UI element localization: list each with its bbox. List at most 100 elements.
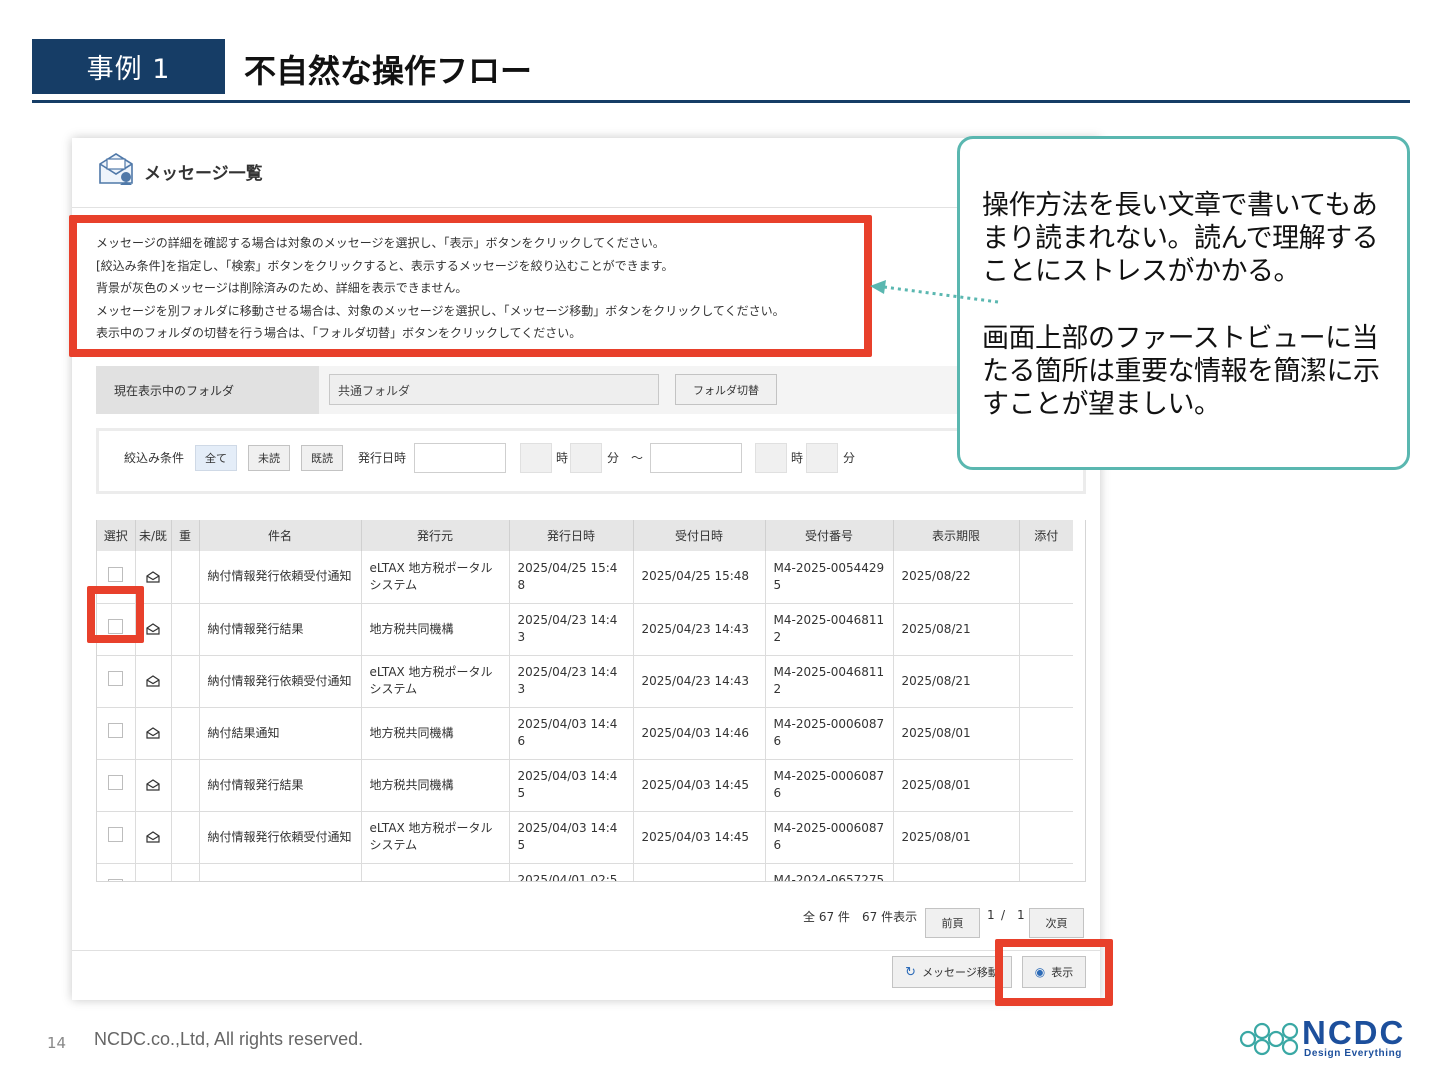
callout-paragraph: 操作方法を長い文章で書いてもあまり読まれない。読んで理解することにストレスがかか… <box>982 190 1379 287</box>
unread-envelope-icon <box>146 779 160 791</box>
table-cell <box>171 759 200 812</box>
current-page: 1 <box>987 908 995 922</box>
table-cell <box>135 655 172 708</box>
instructions-highlight <box>69 215 872 357</box>
date-from-input[interactable] <box>414 443 506 473</box>
message-table-container[interactable]: 選択 未/既 重 件名 発行元 発行日時 受付日時 受付番号 表示期限 添付 納… <box>96 520 1086 882</box>
cell-issuer: 地方税共同機構 <box>361 863 510 881</box>
column-header: 添付 <box>1019 520 1073 551</box>
table-row[interactable]: 納付情報発行依頼受付通知 eLTAX 地方税ポータルシステム 2025/04/03 … <box>97 811 1073 864</box>
cell-number: M4-2025-00060876 <box>765 759 894 812</box>
hour-label: 時 <box>556 451 569 465</box>
table-cell <box>135 707 172 760</box>
cell-issuer: eLTAX 地方税ポータルシステム <box>361 551 510 604</box>
table-header-row: 選択 未/既 重 件名 発行元 発行日時 受付日時 受付番号 表示期限 添付 <box>97 520 1073 551</box>
cell-received: 2025/04/25 15:48 <box>633 551 766 604</box>
cell-subject: 納付情報発行依頼受付通知 <box>199 551 362 604</box>
callout-paragraph: 画面上部のファーストビューに当たる箇所は重要な情報を簡潔に示すことが望ましい。 <box>982 323 1380 420</box>
cell-issued: 2025/04/03 14:46 <box>509 707 634 760</box>
next-page-button[interactable]: 次頁 <box>1029 908 1084 938</box>
folder-switch-button[interactable]: フォルダ切替 <box>675 374 777 405</box>
table-cell <box>171 603 200 656</box>
cell-subject: 納付情報発行依頼受付通知 <box>199 655 362 708</box>
table-cell <box>1019 811 1073 864</box>
table-row[interactable]: 納付情報発行依頼受付通知 eLTAX 地方税ポータルシステム 2025/04/25 … <box>97 551 1073 604</box>
table-cell <box>1019 707 1073 760</box>
filter-all-button[interactable]: 全て <box>195 445 237 471</box>
date-to-input[interactable] <box>650 443 742 473</box>
cell-received: 2025/04/23 14:43 <box>633 603 766 656</box>
hour-label: 時 <box>791 451 804 465</box>
row-select-checkbox[interactable] <box>108 827 124 842</box>
filter-read-button[interactable]: 既読 <box>301 445 343 471</box>
slide-title: 不自然な操作フロー <box>244 52 533 90</box>
table-row[interactable]: 納付情報発行結果 地方税共同機構 2025/04/23 14:43 2025/04/2… <box>97 603 1073 656</box>
cell-subject: 納付情報発行依頼受付通知 <box>199 811 362 864</box>
cell-number: M4-2025-00468112 <box>765 655 894 708</box>
table-cell <box>97 707 136 760</box>
cell-expires: 2025/08/21 <box>893 603 1020 656</box>
table-cell <box>135 811 172 864</box>
table-row[interactable]: 納付情報発行依頼受付通知 eLTAX 地方税ポータルシステム 2025/04/23 … <box>97 655 1073 708</box>
message-table: 選択 未/既 重 件名 発行元 発行日時 受付日時 受付番号 表示期限 添付 納… <box>97 520 1073 881</box>
column-header: 重 <box>171 520 200 551</box>
table-row[interactable]: 納付情報発行結果 地方税共同機構 2025/04/03 14:45 2025/04/0… <box>97 759 1073 812</box>
row-select-checkbox[interactable] <box>108 566 124 582</box>
cell-issued: 2025/04/23 14:43 <box>509 603 634 656</box>
hour-to-input[interactable] <box>755 443 787 473</box>
row-select-checkbox[interactable] <box>108 723 124 738</box>
filter-unread-button[interactable]: 未読 <box>248 445 290 471</box>
table-row[interactable]: 納付結果通知地方税共同機構2025/04/01 02:522025/04/01 … <box>97 863 1073 881</box>
unread-envelope-icon <box>146 571 160 583</box>
message-table-body: 納付情報発行依頼受付通知 eLTAX 地方税ポータルシステム 2025/04/25 … <box>97 551 1073 881</box>
folder-label: 現在表示中のフォルダ <box>96 366 319 414</box>
total-count: 全 67 件 <box>803 910 850 924</box>
move-arrow-icon: ↻ <box>905 964 917 980</box>
case-badge: 事例 1 <box>32 39 225 94</box>
minute-to-input[interactable] <box>806 443 838 473</box>
table-cell <box>1019 759 1073 812</box>
page-separator: / <box>1001 908 1006 922</box>
minute-label: 分 <box>607 451 620 465</box>
table-cell <box>1019 863 1073 881</box>
cell-number: M4-2024-06572753 <box>765 863 894 881</box>
total-pages: 1 <box>1017 908 1025 922</box>
table-cell <box>171 811 200 864</box>
cell-received: 2025/04/23 14:43 <box>633 655 766 708</box>
message-envelope-icon <box>99 153 133 185</box>
table-cell <box>171 863 200 881</box>
logo-tagline: Design Everything <box>1304 1048 1402 1059</box>
cell-issuer: eLTAX 地方税ポータルシステム <box>361 655 510 708</box>
cell-number: M4-2025-00544295 <box>765 551 894 604</box>
header-rule <box>32 100 1410 103</box>
cell-expires: 2025/08/21 <box>893 655 1020 708</box>
table-row[interactable]: 納付結果通知 地方税共同機構 2025/04/03 14:46 2025/04/03 … <box>97 707 1073 760</box>
column-header: 受付番号 <box>765 520 894 551</box>
folder-row: 現在表示中のフォルダ 共通フォルダ フォルダ切替 <box>96 366 1076 414</box>
hour-from-input[interactable] <box>520 443 552 473</box>
logo-text: NCDC <box>1302 1014 1406 1051</box>
cell-issued: 2025/04/01 02:52 <box>509 863 634 881</box>
cell-subject: 納付情報発行結果 <box>199 603 362 656</box>
table-cell <box>97 811 136 864</box>
cell-issuer: 地方税共同機構 <box>361 707 510 760</box>
column-header: 発行元 <box>361 520 510 551</box>
unread-envelope-icon <box>146 623 160 635</box>
row-select-checkbox[interactable] <box>108 671 124 686</box>
table-cell <box>171 551 200 604</box>
page-number: 14 <box>47 1034 67 1052</box>
row-select-checkbox[interactable] <box>108 775 124 790</box>
filter-label: 絞込み条件 <box>124 451 185 465</box>
table-cell <box>171 707 200 760</box>
column-header: 選択 <box>97 520 136 551</box>
cell-expires: 2025/08/01 <box>893 759 1020 812</box>
minute-from-input[interactable] <box>570 443 602 473</box>
cell-number: M4-2025-00060876 <box>765 811 894 864</box>
cell-expires: 2025/08/22 <box>893 551 1020 604</box>
show-button-highlight <box>995 939 1113 1006</box>
move-message-button[interactable]: ↻ メッセージ移動 <box>892 956 1012 988</box>
prev-page-button[interactable]: 前頁 <box>925 908 980 938</box>
row-select-checkbox[interactable] <box>108 879 124 881</box>
cell-expires: 2025/08/01 <box>893 707 1020 760</box>
table-cell <box>1019 655 1073 708</box>
